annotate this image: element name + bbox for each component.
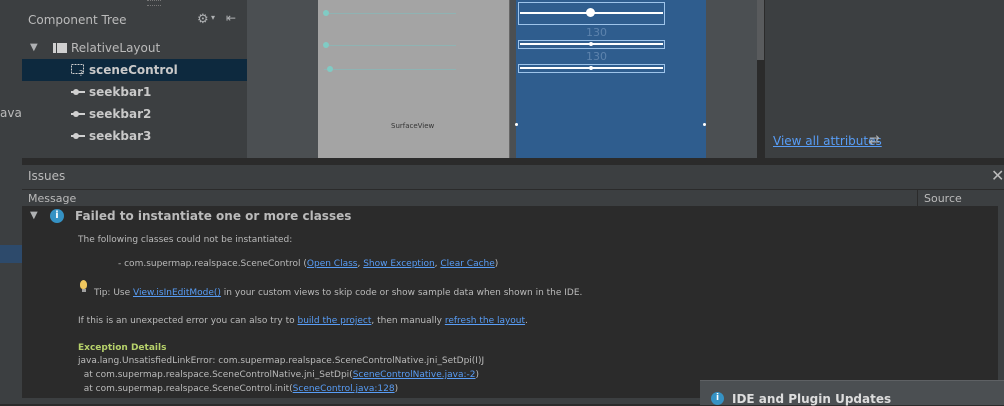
seekbar-icon	[71, 133, 85, 139]
stack-line: at com.supermap.realspace.SceneControl.i…	[78, 384, 398, 394]
notification-popup[interactable]: i IDE and Plugin Updates	[700, 380, 1004, 406]
layout-icon	[53, 43, 67, 53]
refresh-layout-link[interactable]: refresh the layout	[445, 316, 525, 326]
issues-scrollbar[interactable]	[998, 206, 1004, 398]
preview-seekbar-2[interactable]	[324, 45, 456, 46]
stack-suffix: )	[475, 370, 480, 380]
preview-seekbar-thumb[interactable]	[323, 10, 329, 16]
tree-item-label: seekbar1	[89, 85, 152, 99]
gear-icon[interactable]: ⚙	[197, 12, 209, 27]
tree-item-seekbar3[interactable]: seekbar3	[22, 125, 247, 147]
stack-suffix: )	[394, 384, 399, 394]
class-line: - com.supermap.realspace.SceneControl (O…	[118, 259, 498, 269]
preview-seekbar-thumb[interactable]	[323, 42, 329, 48]
preview-seekbar-3[interactable]	[324, 69, 456, 70]
surface-view-label: SurfaceView	[391, 122, 435, 130]
show-exception-link[interactable]: Show Exception	[363, 259, 434, 269]
open-class-link[interactable]: Open Class	[307, 259, 358, 269]
tree-item-label: RelativeLayout	[71, 41, 161, 55]
issues-list: ▼ i Failed to instantiate one or more cl…	[22, 206, 998, 398]
left-strip-selection	[0, 245, 22, 263]
tip-prefix: Tip: Use	[94, 288, 134, 298]
component-tree-panel: Component Tree ⚙ ▾ ⇤ ▼ RelativeLayout ? …	[22, 0, 247, 158]
issues-header: Issues ✕	[22, 164, 1004, 189]
svg-text:?: ?	[79, 69, 83, 76]
unknown-view-icon: ?	[71, 64, 84, 76]
column-source-label: Source	[924, 192, 962, 205]
design-preview[interactable]: SurfaceView	[318, 0, 510, 158]
unexpected-prefix: If this is an unexpected error you can a…	[78, 316, 298, 326]
blueprint-ghost-text: 130	[586, 26, 607, 39]
issues-title: Issues	[28, 169, 66, 183]
attributes-panel: View all attributes ⇄	[764, 0, 1004, 158]
design-scrollbar[interactable]	[757, 0, 764, 60]
blueprint-ghost-text: 130	[586, 50, 607, 63]
blueprint-seekbar-thumb[interactable]	[589, 42, 593, 46]
issues-horizontal-scrollbar[interactable]	[22, 398, 700, 404]
stack-prefix: at com.supermap.realspace.SceneControl.i…	[78, 384, 293, 394]
info-icon: i	[50, 209, 64, 223]
component-tree-title: Component Tree	[28, 13, 127, 27]
expand-arrow-icon[interactable]: ▼	[30, 42, 38, 53]
build-project-link[interactable]: build the project	[298, 316, 372, 326]
issue-title[interactable]: Failed to instantiate one or more classe…	[75, 209, 351, 223]
tip-line: Tip: Use View.isInEditMode() in your cus…	[94, 288, 582, 298]
exception-details-title: Exception Details	[78, 343, 167, 353]
tree-item-label: sceneControl	[89, 63, 178, 77]
swap-arrows-icon[interactable]: ⇄	[869, 133, 880, 148]
tree-item-label: seekbar3	[89, 129, 152, 143]
resize-handle[interactable]	[703, 123, 706, 126]
stack-source-link[interactable]: SceneControlNative.java:-2	[353, 370, 476, 380]
tree-item-seekbar1[interactable]: seekbar1	[22, 81, 247, 103]
class-name-text: - com.supermap.realspace.SceneControl (	[118, 259, 307, 269]
lightbulb-base	[82, 289, 86, 292]
unexpected-suffix: .	[525, 316, 528, 326]
separator: )	[494, 259, 499, 269]
left-tool-strip	[0, 0, 22, 404]
tree-item-label: seekbar2	[89, 107, 152, 121]
unexpected-middle: , then manually	[371, 316, 445, 326]
info-icon: i	[711, 392, 724, 405]
resize-handle[interactable]	[515, 123, 518, 126]
lightbulb-icon	[80, 280, 87, 289]
view-isineditmode-link[interactable]: View.isInEditMode()	[133, 288, 221, 298]
stack-prefix: at com.supermap.realspace.SceneControlNa…	[78, 370, 353, 380]
blueprint-seekbar-thumb[interactable]	[589, 66, 593, 70]
stack-line: at com.supermap.realspace.SceneControlNa…	[78, 370, 479, 380]
component-tree-header: Component Tree ⚙ ▾ ⇤	[22, 9, 247, 31]
column-source[interactable]: Source	[917, 190, 1004, 207]
chevron-down-icon[interactable]: ▾	[211, 13, 215, 22]
left-strip-text: ava	[0, 106, 22, 120]
tree-item-seekbar2[interactable]: seekbar2	[22, 103, 247, 125]
blueprint-seekbar-thumb[interactable]	[586, 8, 595, 17]
seekbar-icon	[71, 111, 85, 117]
tip-suffix: in your custom views to skip code or sho…	[220, 288, 583, 298]
blueprint-view[interactable]: 130 130	[515, 0, 706, 158]
tree-item-relativelayout[interactable]: ▼ RelativeLayout	[22, 37, 247, 59]
issues-column-header: Message Source	[22, 189, 1004, 207]
view-all-attributes-link[interactable]: View all attributes	[773, 134, 882, 148]
collapse-icon[interactable]: ⇤	[226, 11, 236, 25]
expand-arrow-icon[interactable]: ▼	[30, 210, 38, 221]
tree-item-scenecontrol[interactable]: ? sceneControl	[22, 59, 247, 81]
unexpected-error-line: If this is an unexpected error you can a…	[78, 316, 528, 326]
stack-source-link[interactable]: SceneControl.java:128	[293, 384, 395, 394]
preview-seekbar-thumb[interactable]	[327, 66, 333, 72]
issue-line: The following classes could not be insta…	[78, 235, 293, 245]
seekbar-icon	[71, 89, 85, 95]
close-icon[interactable]: ✕	[991, 166, 1004, 185]
stack-line: java.lang.UnsatisfiedLinkError: com.supe…	[78, 356, 485, 366]
preview-seekbar-1[interactable]	[324, 13, 456, 14]
column-message[interactable]: Message	[28, 192, 76, 205]
drag-grip-icon[interactable]	[147, 0, 161, 6]
clear-cache-link[interactable]: Clear Cache	[440, 259, 494, 269]
